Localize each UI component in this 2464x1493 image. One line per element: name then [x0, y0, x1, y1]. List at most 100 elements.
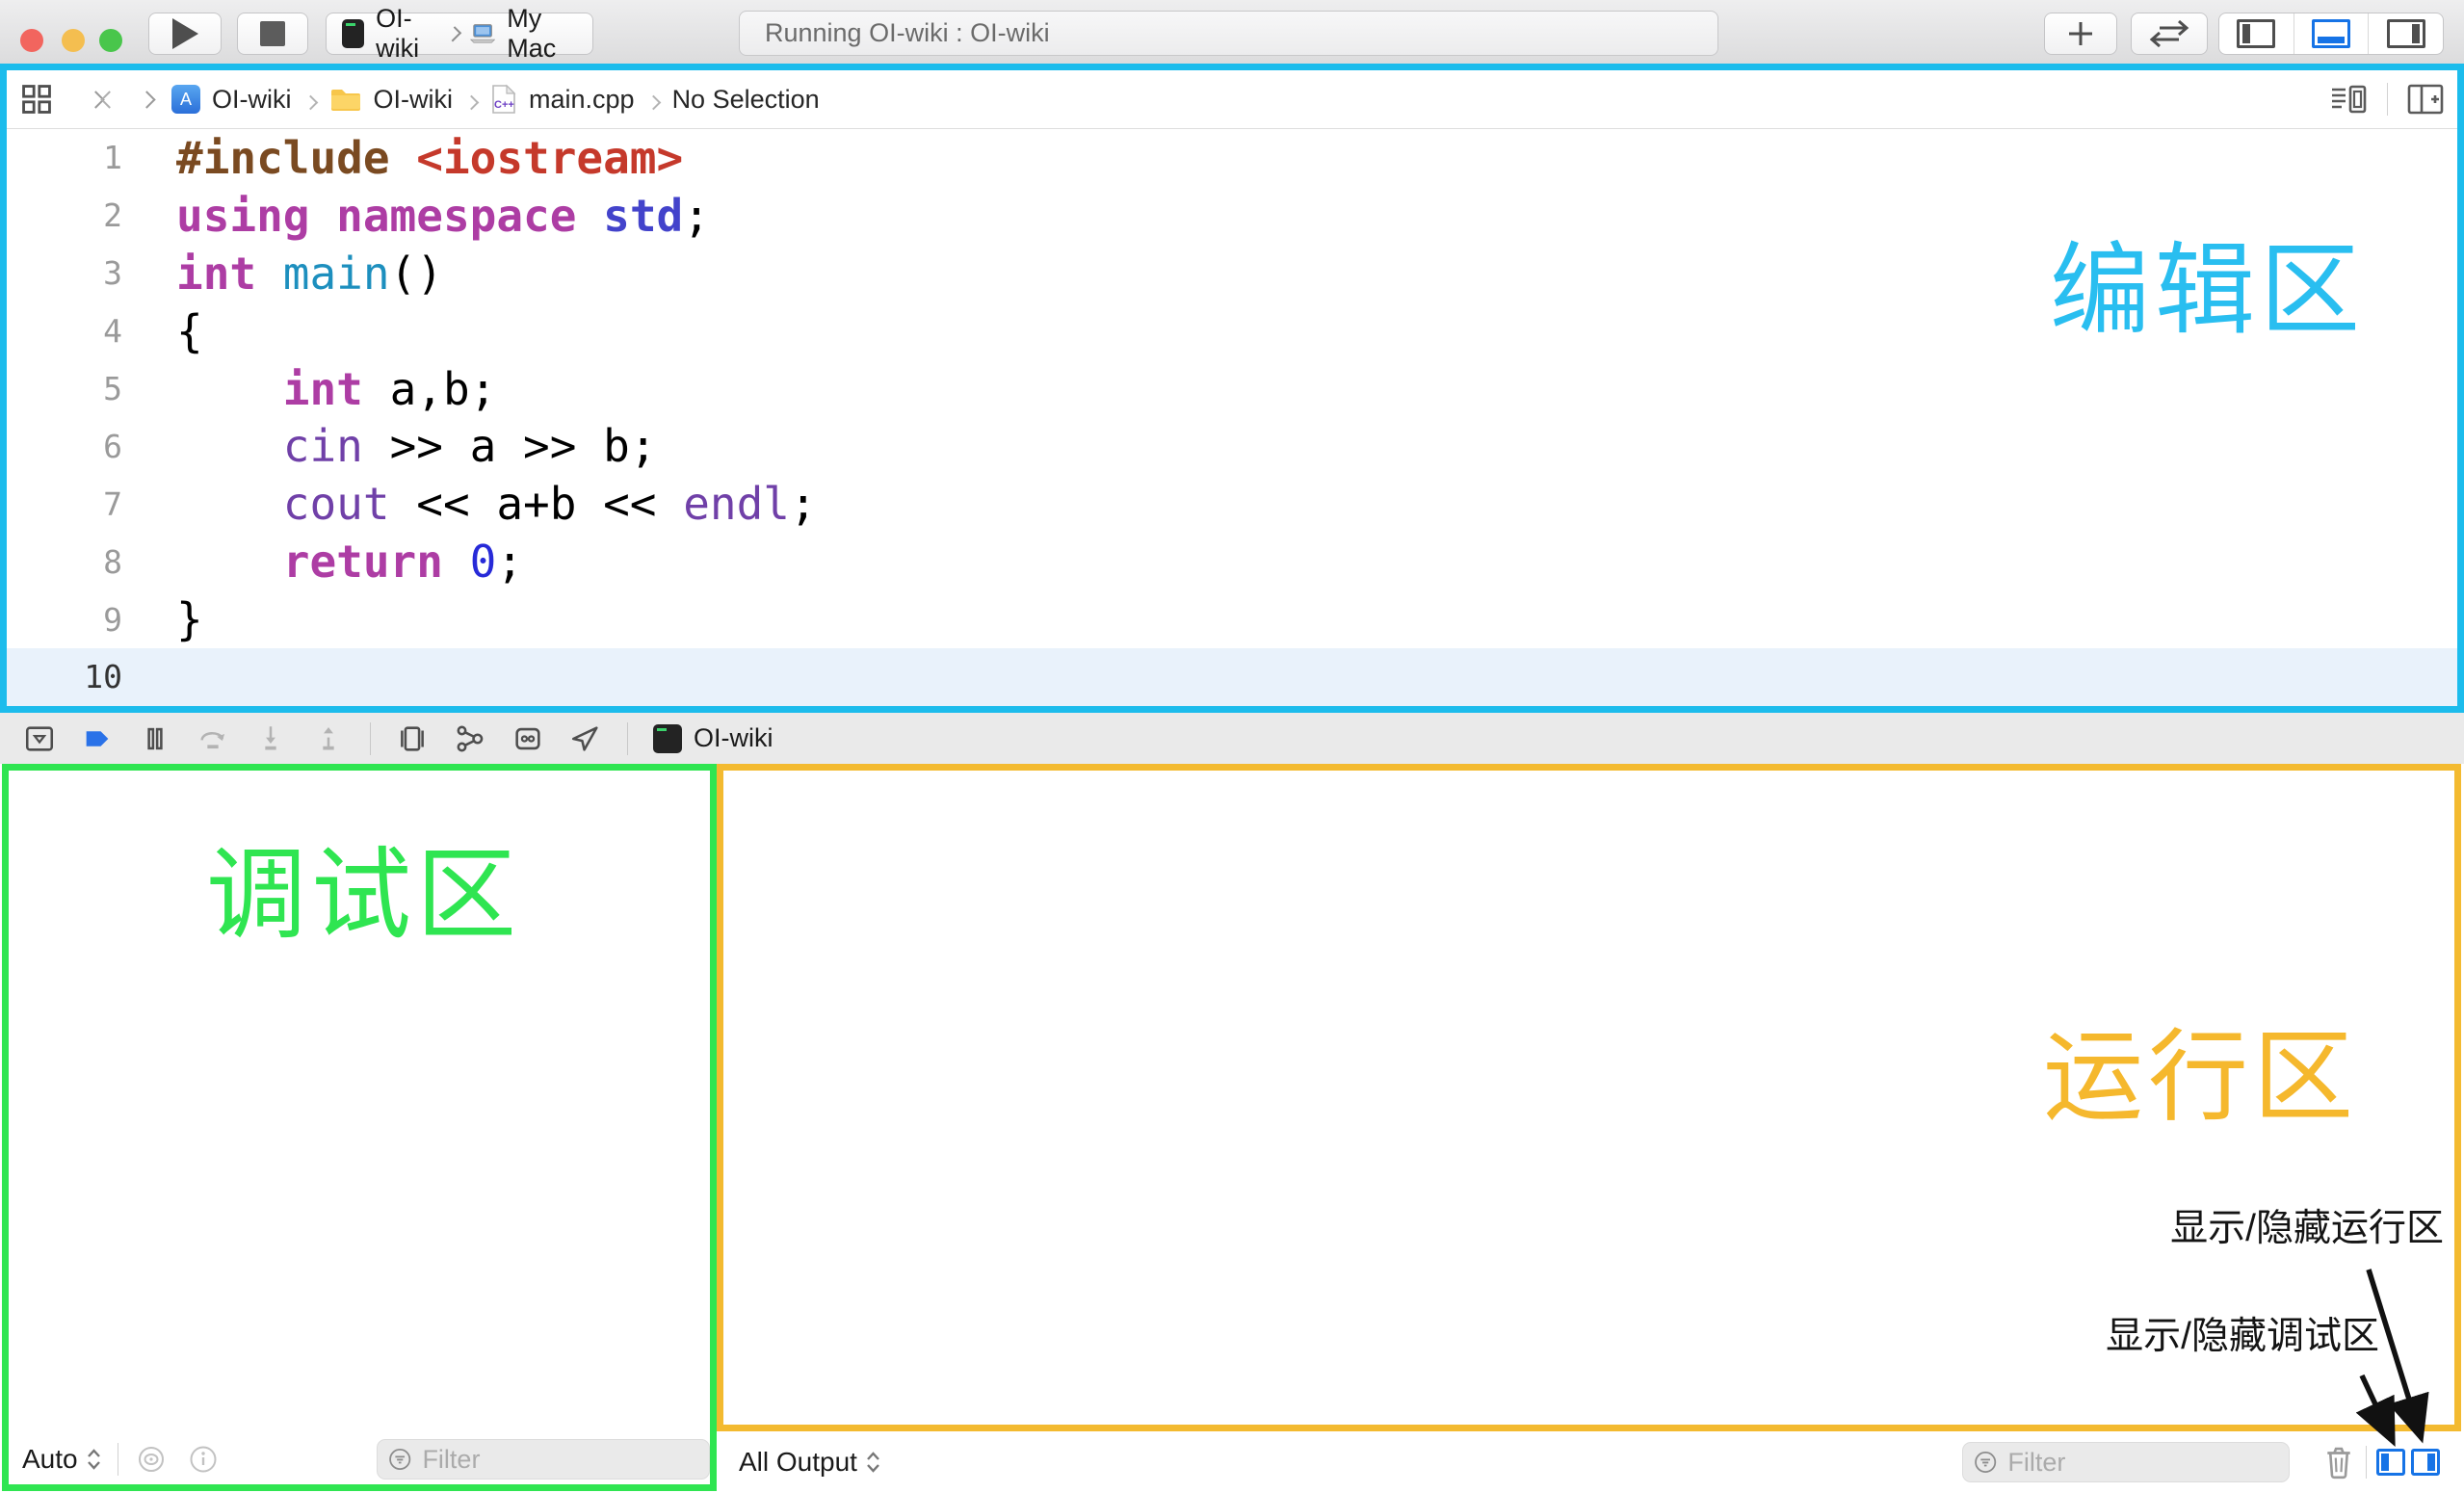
plus-icon — [2063, 16, 2098, 51]
breadcrumb-file[interactable]: main.cpp — [529, 85, 635, 115]
stop-button[interactable] — [237, 13, 308, 55]
console-filter-field[interactable] — [1962, 1442, 2290, 1482]
toggle-inspector-button[interactable] — [2369, 13, 2443, 54]
scheme-project-label: OI-wiki — [376, 4, 437, 64]
forward-icon[interactable] — [138, 91, 155, 108]
process-chip[interactable]: OI-wiki — [653, 723, 773, 753]
callout-show-hide-debug: 显示/隐藏调试区 — [2106, 1318, 2379, 1355]
code-line[interactable]: 5 int a,b; — [7, 360, 2457, 418]
add-editor-icon[interactable] — [2407, 83, 2444, 116]
zoom-button[interactable] — [99, 29, 122, 52]
close-button[interactable] — [20, 29, 43, 52]
output-scope-selector[interactable]: All Output — [739, 1447, 857, 1478]
editor-arrangement-button[interactable] — [2131, 13, 2208, 55]
toggle-console-button[interactable] — [2411, 1449, 2440, 1476]
back-chevron-shape — [100, 91, 118, 108]
code-text: #include <iostream> — [142, 132, 683, 184]
console-bar-divider — [2366, 1446, 2367, 1479]
variables-scope-selector[interactable]: Auto — [22, 1444, 78, 1475]
line-number: 4 — [7, 312, 142, 350]
memory-graph-icon[interactable] — [454, 722, 486, 755]
toggle-variables-view-button[interactable] — [2376, 1449, 2405, 1476]
panel-toggle-group — [2218, 13, 2444, 55]
quicklook-eye-icon[interactable] — [134, 1445, 169, 1474]
swap-arrows-icon — [2146, 18, 2192, 49]
updown-chevron-icon[interactable] — [86, 1447, 102, 1472]
process-name: OI-wiki — [694, 723, 773, 753]
related-items-icon[interactable] — [20, 83, 53, 116]
toggle-debug-area-button[interactable] — [2294, 13, 2370, 54]
console-view-icon — [2427, 1454, 2435, 1471]
code-line[interactable]: 6 cin >> a >> b; — [7, 417, 2457, 475]
line-number: 9 — [7, 601, 142, 639]
view-hierarchy-icon[interactable] — [396, 722, 429, 755]
library-add-button[interactable] — [2044, 13, 2117, 55]
my-mac-icon — [470, 21, 495, 46]
filter-icon — [1973, 1448, 1998, 1477]
callout-show-hide-console: 显示/隐藏运行区 — [2170, 1210, 2444, 1247]
step-over-icon[interactable] — [197, 722, 229, 755]
line-number: 2 — [7, 196, 142, 234]
code-line[interactable]: 8 return 0; — [7, 533, 2457, 590]
folder-icon — [329, 86, 362, 113]
stop-icon — [260, 21, 285, 46]
code-line[interactable]: 1#include <iostream> — [7, 129, 2457, 187]
toggle-navigator-button[interactable] — [2219, 13, 2294, 54]
variables-filter-input[interactable] — [420, 1444, 699, 1476]
terminal-icon — [653, 724, 682, 753]
console-filter-input[interactable] — [2005, 1447, 2279, 1479]
code-lines: 1#include <iostream>2using namespace std… — [7, 129, 2457, 706]
step-out-icon[interactable] — [312, 722, 345, 755]
annotation-debug-area: 调试区 — [206, 846, 521, 946]
breakpoints-toggle-icon[interactable] — [81, 722, 114, 755]
scheme-app-icon — [342, 19, 364, 48]
code-editor[interactable]: 1#include <iostream>2using namespace std… — [7, 129, 2457, 706]
run-button[interactable] — [148, 13, 222, 55]
updown-chevron-icon[interactable] — [865, 1450, 881, 1475]
trash-icon[interactable] — [2321, 1444, 2356, 1480]
simulate-location-icon[interactable] — [569, 722, 602, 755]
info-icon[interactable] — [188, 1444, 219, 1475]
debug-bar-divider — [627, 722, 628, 755]
play-icon — [172, 18, 198, 49]
debug-bar: OI-wiki — [0, 713, 2464, 764]
line-number: 10 — [7, 658, 142, 695]
project-icon: A — [171, 85, 200, 114]
scheme-destination-label: My Mac — [507, 4, 577, 64]
window-titlebar: OI-wiki My Mac Running OI-wiki : OI-wiki — [0, 0, 2464, 64]
environment-overrides-icon[interactable] — [511, 722, 544, 755]
code-line[interactable]: 10 — [7, 648, 2457, 706]
chevron-right-icon — [446, 26, 462, 42]
breadcrumb-separator-icon — [464, 94, 480, 110]
variables-view-icon — [2381, 1454, 2389, 1471]
code-line[interactable]: 7 cout << a+b << endl; — [7, 475, 2457, 533]
scheme-selector[interactable]: OI-wiki My Mac — [326, 13, 593, 55]
line-number: 3 — [7, 254, 142, 292]
code-text: using namespace std; — [142, 190, 710, 242]
navigator-panel-icon — [2237, 19, 2275, 48]
line-number: 6 — [7, 428, 142, 465]
pause-icon[interactable] — [139, 722, 171, 755]
adjust-editor-options-icon[interactable] — [2329, 82, 2368, 117]
annotation-editor-area: 编辑区 — [2050, 241, 2365, 341]
code-text: cout << a+b << endl; — [142, 478, 817, 530]
code-line[interactable]: 9} — [7, 590, 2457, 648]
minimize-button[interactable] — [62, 29, 85, 52]
filter-icon — [387, 1445, 412, 1474]
variables-filter-field[interactable] — [377, 1439, 710, 1480]
line-number: 1 — [7, 139, 142, 176]
line-number: 7 — [7, 485, 142, 523]
breadcrumb-separator-icon — [302, 94, 318, 110]
variables-view-bar: Auto — [9, 1434, 710, 1484]
code-text: cin >> a >> b; — [142, 420, 657, 472]
line-number: 8 — [7, 543, 142, 581]
step-into-icon[interactable] — [254, 722, 287, 755]
breadcrumb-selection[interactable]: No Selection — [672, 85, 820, 115]
debug-area: 调试区 Auto — [2, 764, 717, 1491]
code-text: int a,b; — [142, 363, 496, 415]
breadcrumb-project[interactable]: OI-wiki — [212, 85, 292, 115]
code-text: { — [142, 305, 203, 357]
hide-debug-area-icon[interactable] — [23, 722, 56, 755]
breadcrumb-group[interactable]: OI-wiki — [374, 85, 454, 115]
editor-area: A OI-wiki OI-wiki C++ main.cpp No Select… — [0, 64, 2464, 713]
